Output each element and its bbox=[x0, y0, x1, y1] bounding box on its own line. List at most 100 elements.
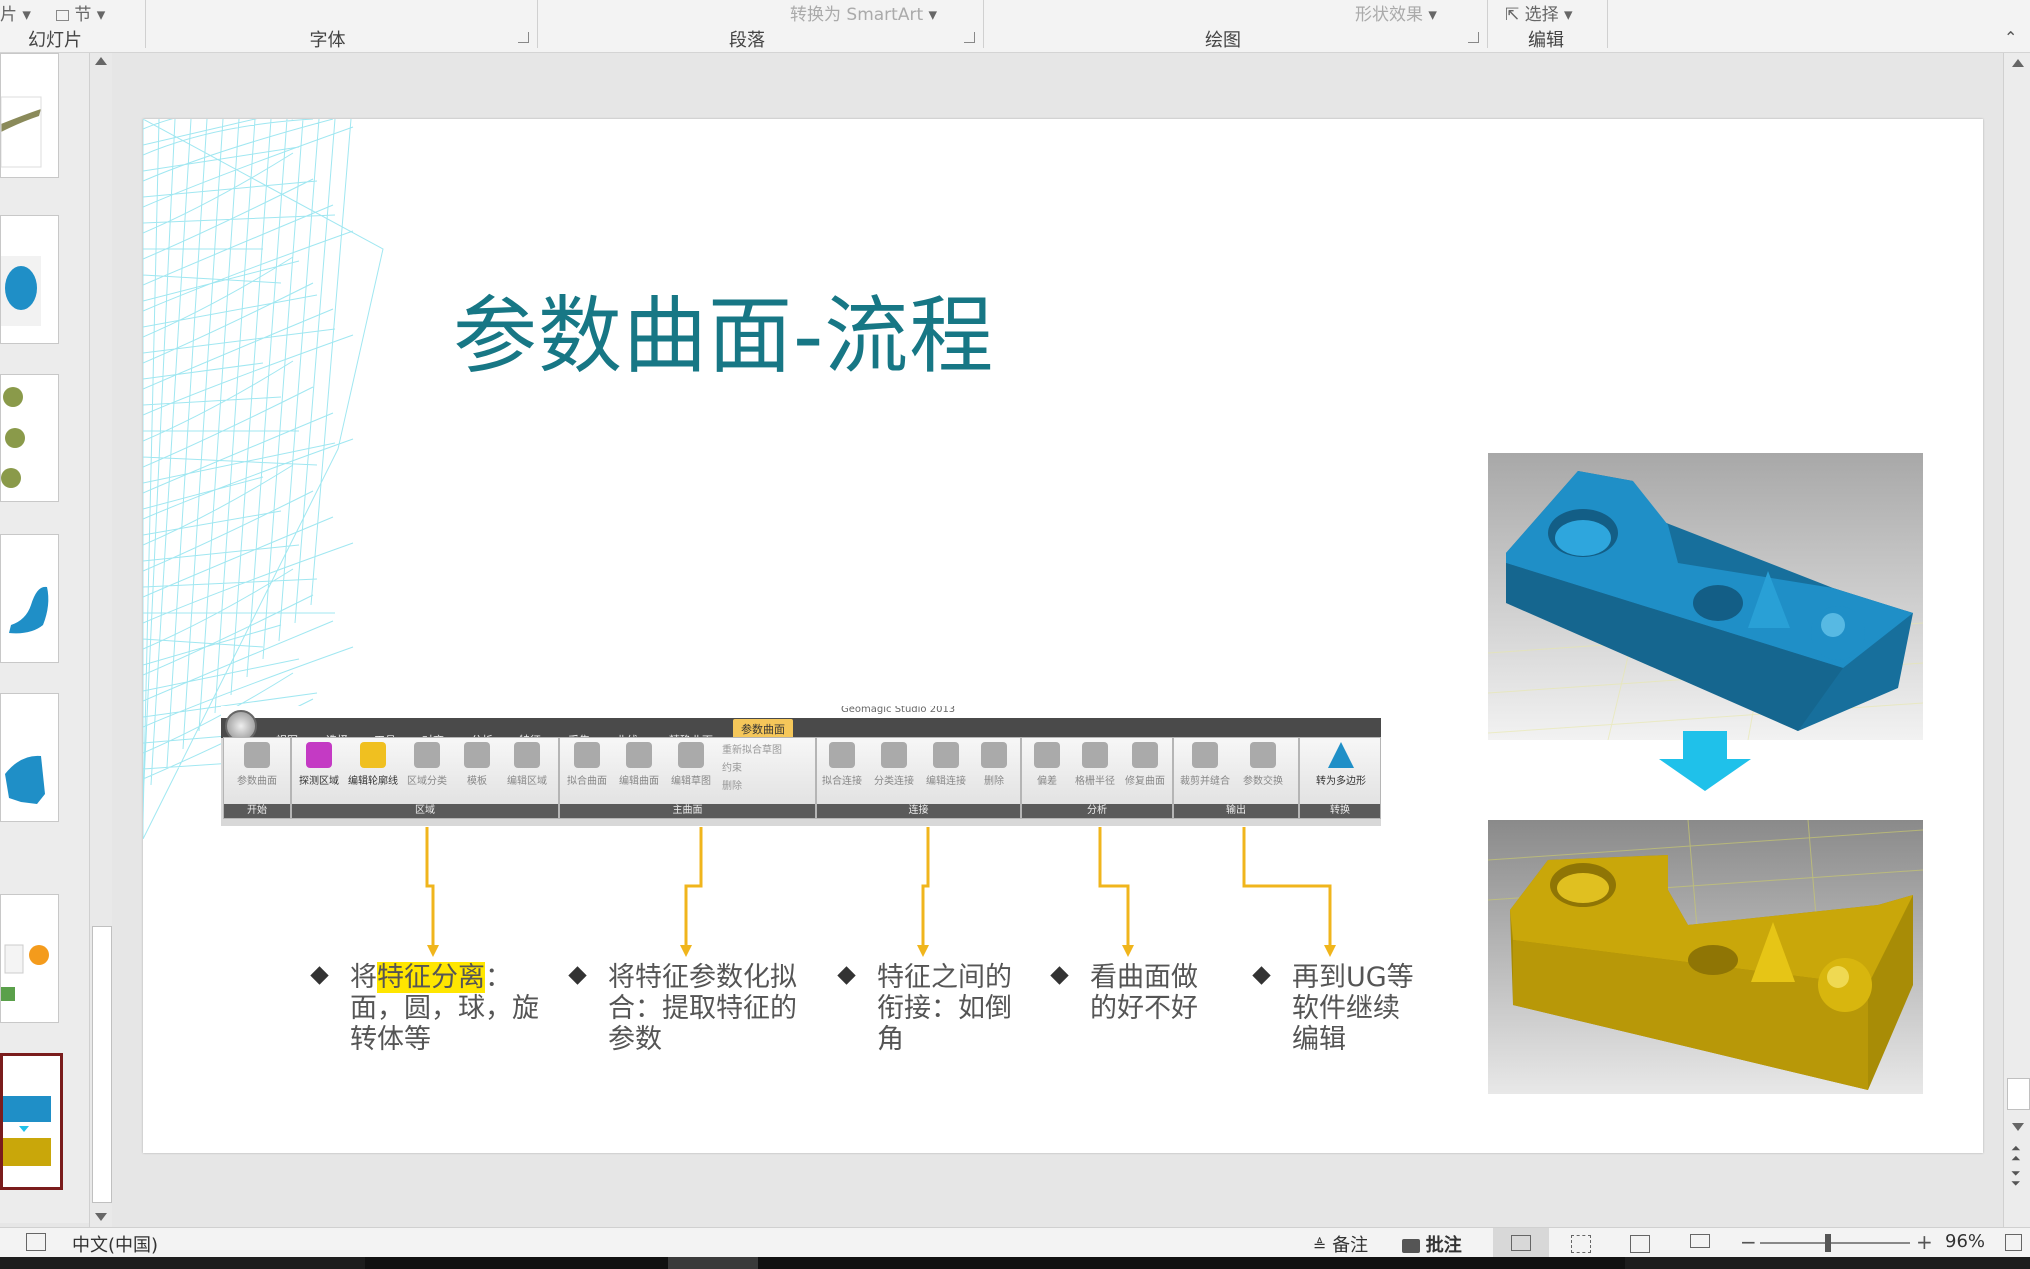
toolbar-tab-bar: 视图 选择 工具 对齐 分析 特征 采集 曲线 精确曲面 参数曲面 bbox=[221, 710, 1381, 747]
zoom-percentage[interactable]: 96% bbox=[1945, 1231, 1985, 1252]
thumbnail-image bbox=[1, 96, 42, 168]
toolbar-group-label: 主曲面 bbox=[560, 804, 815, 818]
slide-thumbnail[interactable] bbox=[0, 374, 59, 502]
next-slide-icon[interactable]: ⏷ ⏷ bbox=[2011, 1167, 2021, 1189]
section-button[interactable]: 节 ▾ bbox=[56, 0, 105, 25]
drawing-dialog-launcher-icon[interactable] bbox=[1468, 32, 1479, 43]
slide-thumbnail[interactable] bbox=[0, 534, 59, 663]
group-label-font: 字体 bbox=[309, 30, 346, 51]
slide-thumbnail[interactable] bbox=[0, 215, 59, 344]
connector-arrowhead bbox=[680, 945, 692, 957]
toolbar-button: 参数交换 bbox=[1238, 742, 1288, 787]
toolbar-group: 拟合曲面 编辑曲面 编辑草图 重新拟合草图 约束 删除 主曲面 bbox=[559, 737, 816, 819]
select-button[interactable]: ⇱ 选择 ▾ bbox=[1505, 0, 1573, 25]
connector-line bbox=[684, 827, 703, 947]
font-dialog-launcher-icon[interactable] bbox=[518, 32, 529, 43]
slide-sorter-icon[interactable] bbox=[1571, 1235, 1591, 1253]
shape-effects-button[interactable]: 形状效果 ▾ bbox=[1355, 0, 1437, 25]
thumbnail-image bbox=[5, 755, 45, 804]
toolbar-button: 参数曲面 bbox=[232, 742, 282, 787]
prev-slide-icon[interactable]: ⏶ ⏶ bbox=[2011, 1142, 2021, 1164]
toolbar-button: 编辑轮廓线 bbox=[348, 742, 398, 787]
yellow-model-render bbox=[1488, 820, 1923, 1090]
taskbar bbox=[0, 1257, 2030, 1269]
toolbar-button: 编辑草图 bbox=[666, 742, 716, 787]
toolbar-group-label: 输出 bbox=[1174, 804, 1298, 818]
toolbar-group: 参数曲面 开始 bbox=[223, 737, 291, 819]
shape-effects-label: 形状效果 bbox=[1355, 5, 1423, 25]
connector-line bbox=[921, 827, 930, 947]
notes-label: 备注 bbox=[1332, 1235, 1369, 1256]
slide-thumbnail[interactable] bbox=[0, 693, 59, 822]
editor-scrollbar[interactable]: ⏶ ⏶ ⏷ ⏷ bbox=[2003, 53, 2030, 1227]
connector-arrowhead bbox=[917, 945, 929, 957]
toolbar-button: 探测区域 bbox=[294, 742, 344, 787]
group-label-slides: 幻灯片 bbox=[28, 30, 82, 51]
thumbnail-image bbox=[9, 586, 49, 634]
taskbar-highlight bbox=[668, 1257, 758, 1269]
toolbar-button: 区域分类 bbox=[402, 742, 452, 787]
toolbar-button: 拟合曲面 bbox=[562, 742, 612, 787]
slides-dropdown[interactable]: 片 ▾ bbox=[0, 0, 31, 25]
scroll-down-icon[interactable] bbox=[2012, 1123, 2024, 1131]
thumbnail-scrollbar[interactable] bbox=[89, 53, 112, 1227]
scroll-down-icon[interactable] bbox=[95, 1213, 107, 1221]
bullet-text[interactable]: 看曲面做的好不好 bbox=[1090, 962, 1210, 1024]
taskbar-active-segment bbox=[365, 1257, 1625, 1269]
blue-cad-model-image[interactable] bbox=[1488, 453, 1923, 740]
zoom-slider-thumb[interactable] bbox=[1825, 1234, 1832, 1252]
toolbar-button: 转为多边形 bbox=[1308, 742, 1374, 787]
yellow-cad-model-image[interactable] bbox=[1488, 820, 1923, 1094]
collapse-ribbon-icon[interactable]: ⌃ bbox=[2004, 28, 2017, 47]
thumbnail-image bbox=[1, 256, 41, 326]
slide-thumbnail-selected[interactable] bbox=[0, 1053, 63, 1190]
slide-thumbnail-pane bbox=[0, 53, 93, 1223]
bullet-text[interactable]: 将特征参数化拟合：提取特征的参数 bbox=[608, 962, 808, 1055]
toolbar-group: 裁剪并缝合 参数交换 输出 bbox=[1173, 737, 1299, 819]
toolbar-group-label: 连接 bbox=[817, 804, 1020, 818]
slideshow-icon[interactable] bbox=[1690, 1234, 1710, 1248]
toolbar-button: 拟合连接 bbox=[817, 742, 867, 787]
zoom-slider[interactable] bbox=[1760, 1234, 1910, 1252]
convert-smartart-button[interactable]: 转换为 SmartArt ▾ bbox=[790, 0, 937, 25]
normal-view-icon[interactable] bbox=[1493, 1228, 1549, 1258]
connector-arrowhead bbox=[1122, 945, 1134, 957]
notes-button[interactable]: ≜ 备注 bbox=[1313, 1231, 1368, 1257]
bullet-text[interactable]: 将特征分离：面，圆，球，旋转体等 bbox=[350, 962, 555, 1055]
toolbar-group: 探测区域 编辑轮廓线 区域分类 模板 编辑区域 区域 bbox=[291, 737, 559, 819]
toolbar-button: 修复曲面 bbox=[1120, 742, 1170, 787]
toolbar-button: 分类连接 bbox=[869, 742, 919, 787]
slide-title[interactable]: 参数曲面-流程 bbox=[453, 269, 994, 390]
spellcheck-icon[interactable] bbox=[26, 1233, 46, 1251]
slide-thumbnail[interactable] bbox=[0, 894, 59, 1023]
toolbar-tab-active: 参数曲面 bbox=[733, 719, 793, 739]
group-label-drawing: 绘图 bbox=[1205, 30, 1241, 51]
select-label: 选择 bbox=[1524, 5, 1559, 25]
paragraph-dialog-launcher-icon[interactable] bbox=[964, 32, 975, 43]
toolbar-group: 转为多边形 转换 bbox=[1299, 737, 1381, 819]
toolbar-button: 模板 bbox=[452, 742, 502, 787]
bullet-text[interactable]: 特征之间的衔接：如倒角 bbox=[877, 962, 1022, 1055]
toolbar-group: 偏差 格栅半径 修复曲面 分析 bbox=[1021, 737, 1173, 819]
toolbar-button: 删除 bbox=[969, 742, 1019, 787]
cursor-icon: ⇱ bbox=[1505, 5, 1520, 25]
scroll-thumb[interactable] bbox=[2007, 1078, 2030, 1110]
scroll-thumb[interactable] bbox=[92, 926, 112, 1203]
toolbar-button: 格栅半径 bbox=[1070, 742, 1120, 787]
zoom-out-icon[interactable]: − bbox=[1740, 1230, 1757, 1254]
reading-view-icon[interactable] bbox=[1630, 1235, 1650, 1253]
connector-arrowhead bbox=[427, 945, 439, 957]
bullet-text[interactable]: 再到UG等软件继续编辑 bbox=[1292, 962, 1417, 1055]
toolbar-group-label: 分析 bbox=[1022, 804, 1172, 818]
fit-slide-icon[interactable] bbox=[2005, 1234, 2022, 1251]
comments-button[interactable]: 批注 bbox=[1402, 1231, 1462, 1257]
slide-canvas[interactable]: 参数曲面-流程 Geomagic Studio 2013 视图 选择 工具 对齐… bbox=[143, 119, 1983, 1153]
scroll-up-icon[interactable] bbox=[95, 57, 107, 65]
scroll-up-icon[interactable] bbox=[2012, 59, 2024, 67]
thumbnail-image bbox=[1, 387, 25, 488]
group-label-paragraph: 段落 bbox=[729, 30, 765, 51]
slide-thumbnail[interactable] bbox=[0, 53, 59, 178]
zoom-in-icon[interactable]: + bbox=[1916, 1230, 1933, 1254]
connector-line bbox=[1098, 827, 1130, 947]
language-indicator[interactable]: 中文(中国) bbox=[72, 1231, 158, 1257]
